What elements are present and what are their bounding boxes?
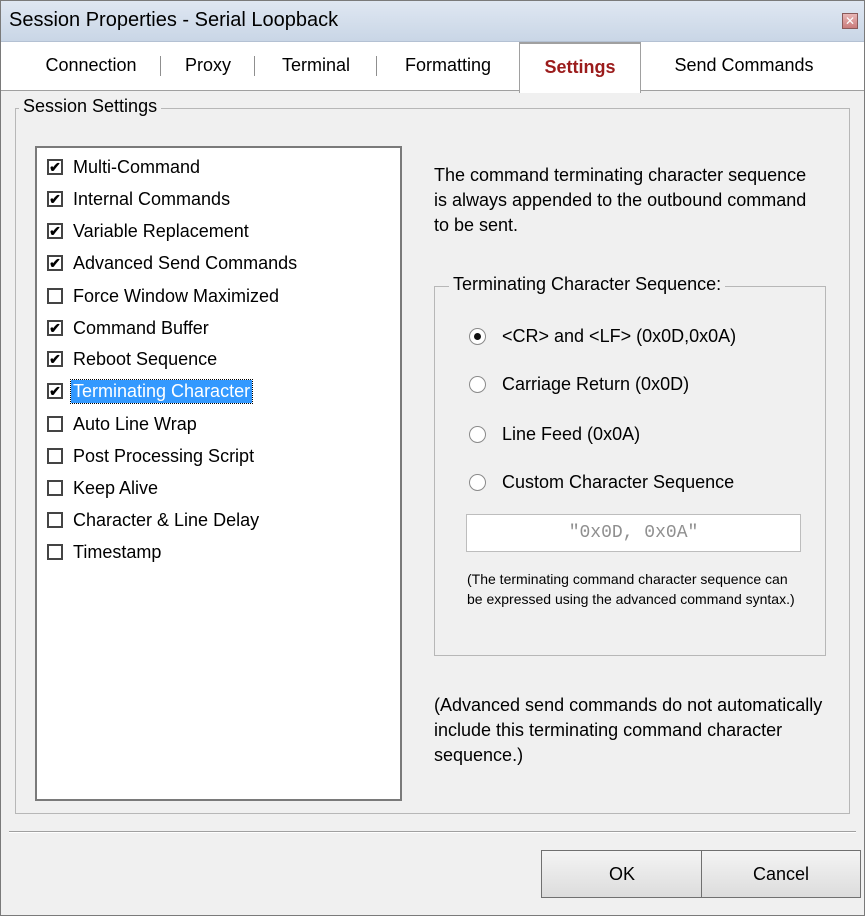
setting-label: Force Window Maximized (73, 285, 280, 306)
setting-label: Internal Commands (73, 188, 231, 209)
terminating-sequence-title: Terminating Character Sequence: (449, 274, 726, 295)
setting-label: Advanced Send Commands (73, 252, 298, 273)
setting-character-line-delay[interactable]: Character & Line Delay (47, 506, 261, 534)
tab-label: Send Commands (674, 55, 814, 75)
setting-label: Terminating Character (69, 378, 254, 404)
cancel-button[interactable]: Cancel (701, 850, 861, 898)
tab-formatting[interactable]: Formatting (377, 42, 519, 90)
checkbox[interactable]: ✔ (47, 351, 63, 367)
radio-button-icon[interactable] (469, 327, 486, 345)
radio-label: Carriage Return (0x0D) (502, 373, 690, 394)
radio-button-icon[interactable] (469, 473, 486, 491)
setting-reboot-sequence[interactable]: ✔ Reboot Sequence (47, 345, 219, 373)
session-settings-list[interactable]: ✔ Multi-Command ✔ Internal Commands ✔ Va… (35, 146, 402, 801)
radio-button-icon[interactable] (469, 375, 486, 393)
footer-divider (9, 831, 856, 833)
tab-send-commands[interactable]: Send Commands (641, 42, 847, 90)
radio-cr-lf[interactable]: <CR> and <LF> (0x0D,0x0A) (469, 324, 736, 348)
setting-command-buffer[interactable]: ✔ Command Buffer (47, 314, 211, 342)
syntax-hint: (The terminating command character seque… (467, 571, 795, 607)
setting-timestamp[interactable]: Timestamp (47, 538, 163, 566)
tab-label: Formatting (404, 55, 492, 75)
tab-label: Proxy (184, 55, 231, 75)
setting-label: Post Processing Script (73, 445, 255, 466)
checkbox[interactable]: ✔ (47, 383, 63, 399)
setting-keep-alive[interactable]: Keep Alive (47, 474, 160, 502)
radio-label: <CR> and <LF> (0x0D,0x0A) (502, 325, 737, 346)
close-icon[interactable]: ✕ (842, 13, 858, 29)
session-properties-dialog: Session Properties - Serial Loopback ✕ C… (0, 0, 865, 916)
setting-terminating-character[interactable]: ✔ Terminating Character (47, 377, 254, 405)
setting-internal-commands[interactable]: ✔ Internal Commands (47, 185, 232, 213)
tab-label: Terminal (281, 55, 351, 75)
setting-advanced-send-commands[interactable]: ✔ Advanced Send Commands (47, 249, 299, 277)
setting-label: Multi-Command (73, 156, 201, 177)
checkbox[interactable] (47, 544, 63, 560)
cancel-button-label: Cancel (752, 864, 810, 884)
radio-label: Line Feed (0x0A) (502, 423, 641, 444)
radio-carriage-return[interactable]: Carriage Return (0x0D) (469, 372, 689, 396)
tab-terminal[interactable]: Terminal (255, 42, 377, 90)
terminating-description: The command terminating character sequen… (434, 165, 807, 235)
session-settings-title: Session Settings (19, 96, 162, 117)
setting-label: Command Buffer (73, 317, 209, 338)
ok-button[interactable]: OK (541, 850, 703, 898)
tab-bar: Connection Proxy Terminal Formatting Set… (1, 42, 864, 93)
checkbox[interactable]: ✔ (47, 223, 63, 239)
ok-button-label: OK (608, 864, 635, 884)
tab-settings[interactable]: Settings (519, 42, 641, 93)
setting-label: Auto Line Wrap (73, 413, 197, 434)
window-title: Session Properties - Serial Loopback (9, 9, 339, 31)
setting-auto-line-wrap[interactable]: Auto Line Wrap (47, 410, 199, 438)
setting-label: Timestamp (73, 541, 162, 562)
setting-label: Character & Line Delay (73, 509, 260, 530)
checkbox[interactable] (47, 512, 63, 528)
advanced-commands-note: (Advanced send commands do not automatic… (434, 695, 823, 765)
setting-multi-command[interactable]: ✔ Multi-Command (47, 153, 202, 181)
checkbox[interactable] (47, 416, 63, 432)
setting-label: Variable Replacement (73, 220, 249, 241)
tab-label: Settings (544, 57, 616, 77)
checkbox[interactable]: ✔ (47, 159, 63, 175)
setting-force-window-maximized[interactable]: Force Window Maximized (47, 282, 281, 310)
checkbox[interactable]: ✔ (47, 191, 63, 207)
custom-sequence-input[interactable]: "0x0D, 0x0A" (466, 514, 801, 552)
checkbox[interactable] (47, 288, 63, 304)
tab-connection[interactable]: Connection (21, 42, 161, 90)
setting-label: Reboot Sequence (73, 348, 218, 369)
radio-button-icon[interactable] (469, 425, 486, 443)
checkbox[interactable] (47, 448, 63, 464)
setting-variable-replacement[interactable]: ✔ Variable Replacement (47, 217, 251, 245)
radio-line-feed[interactable]: Line Feed (0x0A) (469, 422, 640, 446)
setting-label: Keep Alive (73, 477, 159, 498)
title-bar[interactable]: Session Properties - Serial Loopback ✕ (1, 1, 864, 42)
checkbox[interactable] (47, 480, 63, 496)
checkbox[interactable]: ✔ (47, 320, 63, 336)
radio-custom-sequence[interactable]: Custom Character Sequence (469, 470, 734, 494)
tab-proxy[interactable]: Proxy (161, 42, 255, 90)
tab-label: Connection (45, 55, 137, 75)
checkbox[interactable]: ✔ (47, 255, 63, 271)
radio-label: Custom Character Sequence (502, 471, 735, 492)
setting-post-processing-script[interactable]: Post Processing Script (47, 442, 256, 470)
